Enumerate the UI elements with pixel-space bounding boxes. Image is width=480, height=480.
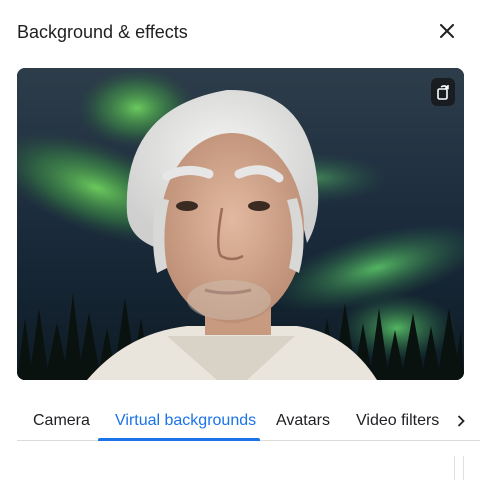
scrollbar[interactable] xyxy=(454,456,464,480)
tab-virtual-backgrounds[interactable]: Virtual backgrounds xyxy=(115,402,256,440)
background-effects-panel: Background & effects Camera Virtual back… xyxy=(0,0,480,480)
rotate-camera-button[interactable] xyxy=(431,78,455,106)
preview-video-frame xyxy=(17,68,464,380)
active-tab-indicator xyxy=(98,438,260,441)
chevron-right-icon xyxy=(457,415,465,427)
close-icon xyxy=(440,24,454,38)
dialog-title: Background & effects xyxy=(17,22,188,42)
tab-video-filters[interactable]: Video filters xyxy=(356,402,439,440)
tab-camera[interactable]: Camera xyxy=(33,402,90,440)
tab-avatars[interactable]: Avatars xyxy=(276,402,330,440)
tabs-next-button[interactable] xyxy=(454,412,468,430)
camera-preview xyxy=(17,68,464,380)
rotate-camera-icon xyxy=(437,85,449,100)
dialog-header: Background & effects xyxy=(17,18,460,46)
effects-tabs: Camera Virtual backgrounds Avatars Video… xyxy=(17,402,480,441)
close-button[interactable] xyxy=(434,18,460,44)
